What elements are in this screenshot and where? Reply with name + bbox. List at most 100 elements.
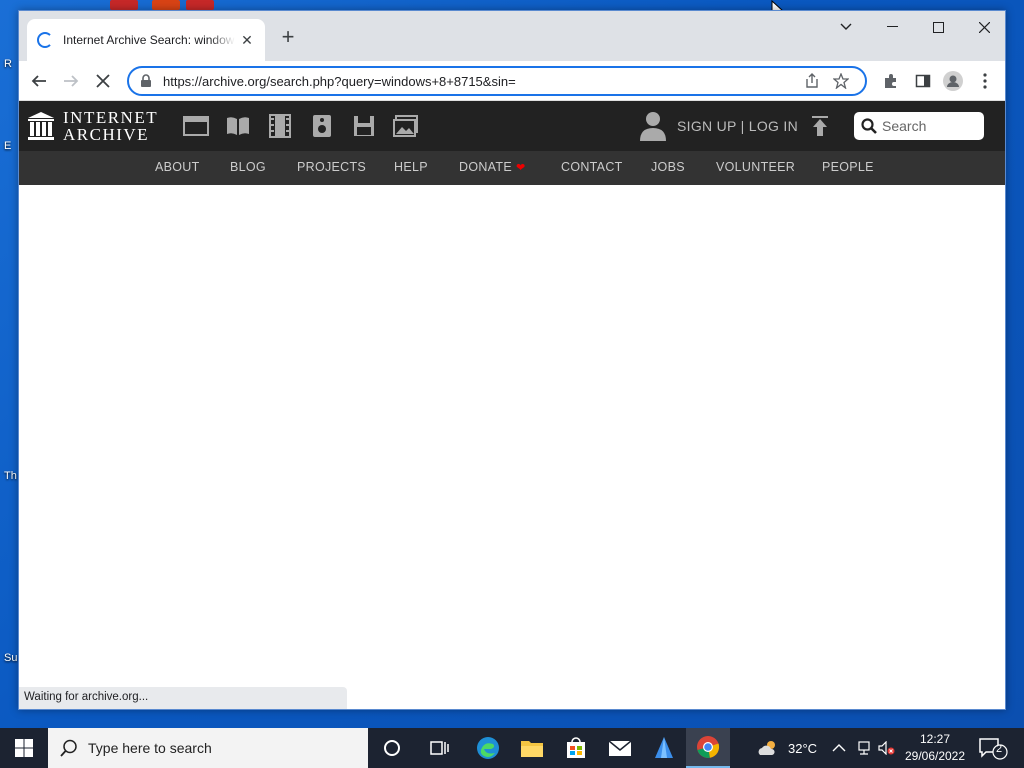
volume-muted-icon[interactable] bbox=[878, 741, 896, 755]
person-icon bbox=[947, 75, 959, 87]
side-panel-button[interactable] bbox=[909, 67, 937, 95]
ia-search-box[interactable]: Search bbox=[854, 112, 984, 140]
clock-time: 12:27 bbox=[919, 732, 951, 746]
media-type-bar bbox=[175, 113, 427, 139]
desktop-icon-label[interactable]: R bbox=[4, 58, 12, 70]
lock-icon[interactable] bbox=[139, 74, 153, 88]
maximize-icon bbox=[932, 21, 944, 33]
network-icon[interactable] bbox=[856, 741, 872, 755]
more-vertical-icon bbox=[983, 73, 987, 89]
ia-logo[interactable]: INTERNET ARCHIVE bbox=[27, 109, 158, 143]
new-tab-button[interactable]: + bbox=[275, 25, 301, 51]
video-media-button[interactable] bbox=[259, 113, 301, 139]
tab-title: Internet Archive Search: windows 8+8715 bbox=[63, 33, 235, 47]
bookmark-button[interactable] bbox=[827, 69, 855, 93]
archive-building-icon bbox=[28, 112, 54, 140]
tab-search-button[interactable] bbox=[823, 11, 869, 43]
start-button[interactable] bbox=[0, 728, 48, 768]
desktop-icon-label[interactable]: E bbox=[4, 140, 11, 152]
back-button[interactable] bbox=[25, 67, 53, 95]
nav-volunteer[interactable]: VOLUNTEER bbox=[716, 160, 795, 174]
close-window-button[interactable] bbox=[961, 11, 1005, 43]
notification-center-button[interactable]: 2 bbox=[978, 736, 1008, 760]
image-icon bbox=[393, 115, 418, 137]
chevron-up-icon[interactable] bbox=[832, 743, 846, 753]
texts-media-button[interactable] bbox=[217, 113, 259, 139]
stop-icon bbox=[96, 74, 110, 88]
cloud-sun-icon bbox=[758, 741, 775, 755]
url-text[interactable]: https://archive.org/search.php?query=win… bbox=[163, 74, 799, 89]
tab-close-icon[interactable]: ✕ bbox=[239, 32, 255, 49]
taskbar-search-box[interactable]: Type here to search bbox=[48, 728, 368, 768]
store-icon bbox=[567, 737, 585, 758]
nav-donate[interactable]: DONATE ❤ bbox=[459, 160, 526, 174]
avatar bbox=[943, 71, 963, 91]
taskbar: Type here to search 32°C 12:27 29/06/202… bbox=[0, 728, 1024, 768]
book-icon bbox=[227, 117, 249, 135]
user-area: SIGN UP | LOG IN bbox=[639, 110, 798, 142]
task-view-button[interactable] bbox=[418, 728, 462, 768]
folder-icon bbox=[521, 741, 543, 757]
nav-contact[interactable]: CONTACT bbox=[561, 160, 623, 174]
cortana-icon bbox=[384, 740, 400, 756]
desktop-icon-label[interactable]: Th bbox=[4, 470, 17, 482]
upload-icon[interactable] bbox=[811, 115, 829, 137]
forward-button[interactable] bbox=[57, 67, 85, 95]
file-explorer-button[interactable] bbox=[510, 728, 554, 768]
chrome-menu-button[interactable] bbox=[971, 67, 999, 95]
nav-jobs[interactable]: JOBS bbox=[651, 160, 685, 174]
weather-temp: 32°C bbox=[788, 740, 818, 756]
web-icon bbox=[183, 116, 209, 136]
nav-blog[interactable]: BLOG bbox=[230, 160, 266, 174]
ia-logo-text: INTERNET ARCHIVE bbox=[63, 109, 158, 143]
weather-widget[interactable]: 32°C bbox=[756, 728, 817, 768]
browser-toolbar: https://archive.org/search.php?query=win… bbox=[19, 61, 1005, 101]
nav-about[interactable]: ABOUT bbox=[155, 160, 200, 174]
cortana-button[interactable] bbox=[370, 728, 414, 768]
nav-help[interactable]: HELP bbox=[394, 160, 428, 174]
stop-loading-button[interactable] bbox=[89, 67, 117, 95]
clock-date: 29/06/2022 bbox=[904, 749, 966, 763]
desktop-icon-label[interactable]: Su bbox=[4, 652, 17, 664]
status-bubble: Waiting for archive.org... bbox=[19, 687, 347, 709]
notification-icon bbox=[979, 738, 1008, 760]
side-panel-icon bbox=[915, 74, 931, 88]
sign-up-log-in-link[interactable]: SIGN UP | LOG IN bbox=[677, 118, 798, 134]
nav-people[interactable]: PEOPLE bbox=[822, 160, 874, 174]
system-tray bbox=[832, 728, 896, 768]
profile-button[interactable] bbox=[939, 67, 967, 95]
clock[interactable]: 12:27 29/06/2022 bbox=[900, 731, 970, 765]
arrow-right-icon bbox=[64, 75, 79, 87]
audio-media-button[interactable] bbox=[301, 113, 343, 139]
store-button[interactable] bbox=[554, 728, 598, 768]
user-icon[interactable] bbox=[639, 110, 667, 142]
nav-donate-label: DONATE bbox=[459, 160, 512, 174]
share-button[interactable] bbox=[799, 69, 827, 93]
app-button[interactable] bbox=[642, 728, 686, 768]
ia-nav-bar: ABOUT BLOG PROJECTS HELP DONATE ❤ CONTACT… bbox=[19, 151, 1005, 185]
software-media-button[interactable] bbox=[343, 113, 385, 139]
web-media-button[interactable] bbox=[175, 113, 217, 139]
taskbar-search-placeholder: Type here to search bbox=[88, 740, 212, 756]
arrow-left-icon bbox=[31, 75, 46, 87]
task-view-icon bbox=[430, 741, 449, 755]
logo-line-2: ARCHIVE bbox=[63, 125, 150, 144]
ia-header: INTERNET ARCHIVE SIGN UP | LOG IN Search bbox=[19, 101, 1005, 151]
mail-icon bbox=[608, 740, 632, 756]
chevron-down-icon bbox=[840, 23, 852, 30]
minimize-icon bbox=[886, 26, 898, 27]
page-content bbox=[19, 185, 1005, 709]
chrome-taskbar-button[interactable] bbox=[686, 728, 730, 768]
puzzle-icon bbox=[885, 74, 896, 88]
extensions-button[interactable] bbox=[877, 67, 905, 95]
active-tab[interactable]: Internet Archive Search: windows 8+8715 … bbox=[27, 19, 265, 61]
address-bar[interactable]: https://archive.org/search.php?query=win… bbox=[127, 66, 867, 96]
maximize-button[interactable] bbox=[915, 11, 961, 43]
floppy-disk-icon bbox=[354, 116, 374, 136]
minimize-button[interactable] bbox=[869, 11, 915, 43]
notification-count: 2 bbox=[996, 743, 1003, 755]
images-media-button[interactable] bbox=[385, 113, 427, 139]
nav-projects[interactable]: PROJECTS bbox=[297, 160, 366, 174]
mail-button[interactable] bbox=[598, 728, 642, 768]
edge-button[interactable] bbox=[466, 728, 510, 768]
